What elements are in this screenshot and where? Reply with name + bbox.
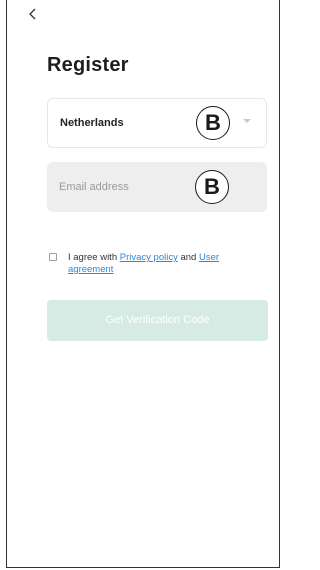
agreement-checkbox[interactable] (49, 253, 57, 261)
country-value: Netherlands (60, 117, 124, 129)
chevron-left-icon (29, 8, 36, 20)
agreement-prefix: I agree with (68, 252, 120, 263)
chevron-down-icon (243, 119, 251, 123)
back-button[interactable] (29, 8, 43, 24)
email-input[interactable] (59, 162, 189, 212)
get-verification-code-button[interactable]: Get Verification Code (47, 300, 268, 341)
phone-screen: Register Netherlands B B I agree with Pr… (6, 0, 280, 568)
privacy-policy-link[interactable]: Privacy policy (120, 252, 178, 263)
agreement-conjunction: and (177, 252, 199, 263)
country-selector[interactable]: Netherlands B (47, 98, 267, 148)
page-title: Register (47, 54, 129, 76)
agreement-text: I agree with Privacy policy and User agr… (68, 252, 258, 276)
email-field[interactable]: B (47, 162, 267, 212)
circled-b-marker: B (196, 106, 230, 140)
circled-b-marker: B (195, 170, 229, 204)
